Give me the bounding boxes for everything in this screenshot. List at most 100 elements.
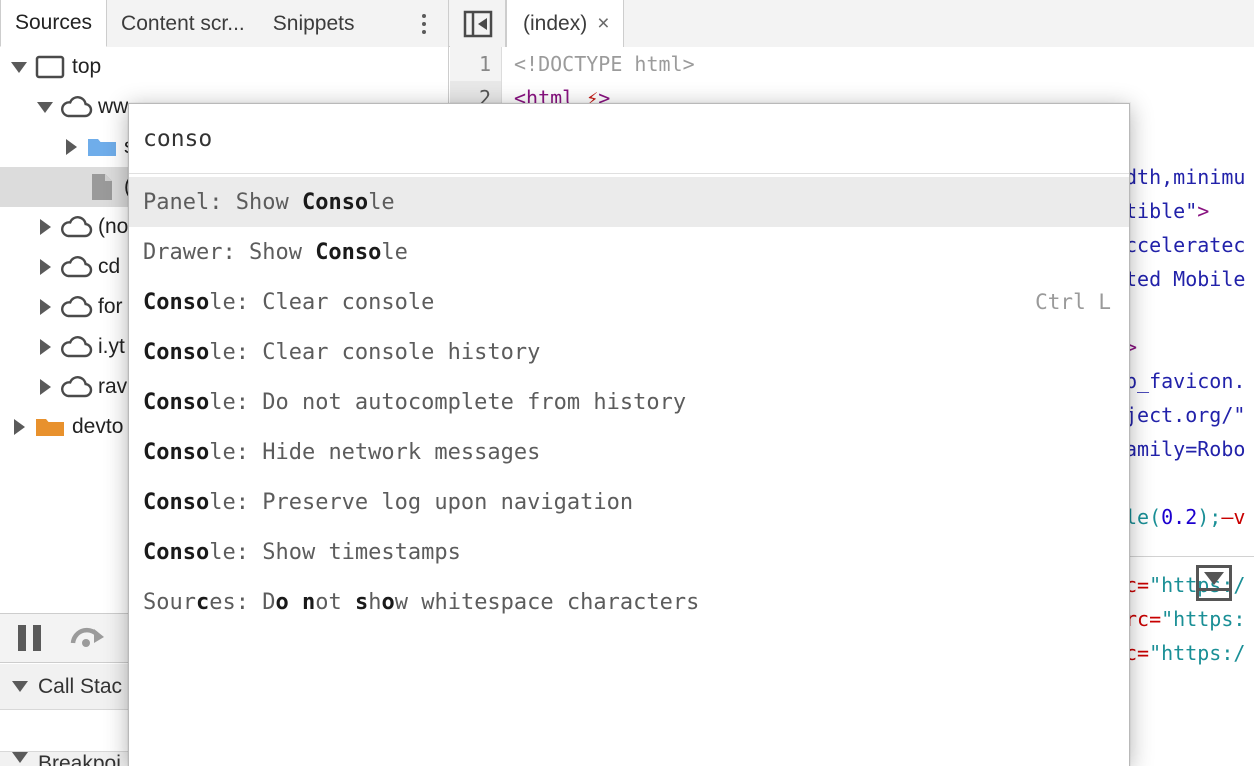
hide-navigator-icon — [463, 9, 493, 39]
command-menu-item-label: Console: Do not autocomplete from histor… — [143, 390, 686, 415]
code-token: ject.org/" — [1125, 403, 1246, 427]
tab-content-scripts[interactable]: Content scr... — [107, 0, 259, 47]
chevron-down-icon[interactable] — [32, 101, 58, 113]
hide-navigator-button[interactable] — [450, 0, 506, 47]
code-token: dth,minimu — [1125, 165, 1246, 189]
command-menu-item-text: le: Do not autocomplete from history — [209, 389, 687, 415]
command-menu-results: Panel: Show Console Drawer: Show Console C… — [129, 174, 1129, 627]
chevron-down-icon — [12, 681, 28, 692]
chevron-right-icon[interactable] — [32, 339, 58, 355]
command-menu-item-label: Console: Clear console — [143, 290, 434, 315]
code-line: dth,minimu — [1125, 160, 1245, 194]
command-menu-item[interactable]: Console: Do not autocomplete from histor… — [129, 377, 1129, 427]
chevron-down-icon[interactable] — [6, 61, 32, 73]
command-menu-item-text: le: Hide network messages — [209, 439, 541, 465]
folder-orange-icon — [32, 415, 68, 439]
code-token: le( — [1125, 505, 1162, 529]
command-menu-item[interactable]: Drawer: Show Console — [129, 227, 1129, 277]
code-token: ted Mobile — [1125, 267, 1246, 291]
command-menu-item-text: h — [368, 589, 382, 615]
command-menu-item-text: c — [195, 589, 210, 615]
command-menu-item-text: o — [275, 589, 289, 615]
chevron-right-icon[interactable] — [32, 299, 58, 315]
code-token: tible" — [1125, 199, 1198, 223]
sources-pane-tabbar: Sources Content scr... Snippets — [0, 0, 449, 47]
code-token: "https: — [1161, 607, 1246, 631]
code-line: le(0.2);—v — [1125, 500, 1245, 534]
editor-tabbar: (index) × — [450, 0, 1254, 47]
command-menu-item-text: Conso — [143, 489, 210, 515]
code-line: c="https:/ — [1125, 636, 1245, 670]
command-menu-item-text: le — [368, 189, 395, 215]
breakpoints-label: Breakpoi — [38, 752, 121, 766]
command-menu-item-text: le — [381, 239, 408, 265]
command-menu-item-label: Drawer: Show Console — [143, 240, 408, 265]
command-menu-item-label: Console: Clear console history — [143, 340, 540, 365]
folder-blue-icon — [84, 135, 120, 159]
code-token: —v — [1221, 505, 1246, 529]
more-vertical-icon — [422, 13, 426, 34]
command-menu-item[interactable]: Console: Clear console Ctrl L — [129, 277, 1129, 327]
command-menu-item-label: Panel: Show Console — [143, 190, 395, 215]
code-token: amily=Robo — [1125, 437, 1246, 461]
step-over-icon[interactable] — [67, 619, 107, 658]
code-line: cceleratec — [1125, 228, 1245, 262]
pause-icon[interactable] — [18, 625, 41, 651]
file-icon — [84, 173, 120, 201]
chevron-right-icon[interactable] — [32, 219, 58, 235]
code-token: <!DOCTYPE html> — [514, 52, 695, 76]
code-line: ject.org/" — [1125, 398, 1245, 432]
editor-tab-index[interactable]: (index) × — [506, 0, 625, 47]
chevron-right-icon[interactable] — [32, 379, 58, 395]
command-menu-item[interactable]: Panel: Show Console — [129, 177, 1129, 227]
command-menu-item-label: Console: Show timestamps — [143, 540, 461, 565]
code-token: cceleratec — [1125, 233, 1246, 257]
command-menu[interactable]: Panel: Show ConsoleDrawer: Show ConsoleC… — [128, 103, 1130, 766]
close-icon[interactable]: × — [597, 13, 609, 34]
call-stack-label: Call Stac — [38, 674, 123, 698]
code-line: amily=Robo — [1125, 432, 1245, 466]
command-menu-item[interactable]: Console: Clear console history — [129, 327, 1129, 377]
frame-icon — [32, 55, 68, 79]
code-token: rc= — [1125, 607, 1162, 631]
command-menu-item-text: Drawer: Show — [143, 239, 316, 265]
code-line: tible"> — [1125, 194, 1209, 228]
cloud-icon — [58, 335, 94, 359]
tree-row[interactable]: top — [0, 47, 448, 87]
tree-row-label: (no — [98, 215, 129, 238]
command-menu-item-text: le: Clear console history — [209, 339, 541, 365]
command-menu-item-text: w whitespace characters — [394, 589, 700, 615]
top-tab-strip: Sources Content scr... Snippets (index) … — [0, 0, 1254, 47]
command-menu-item-text: Conso — [143, 339, 210, 365]
chevron-right-icon[interactable] — [58, 139, 84, 155]
command-menu-item-text: Conso — [301, 189, 369, 215]
command-menu-item[interactable]: Sources: Do not show whitespace characte… — [129, 577, 1129, 627]
line-number: 1 — [450, 47, 502, 81]
tree-row-label: rav — [98, 375, 128, 398]
command-menu-item-label: Sources: Do not show whitespace characte… — [143, 590, 699, 615]
cloud-icon — [58, 375, 94, 399]
tree-row-label: top — [72, 55, 102, 78]
command-menu-item[interactable]: Console: Preserve log upon navigation — [129, 477, 1129, 527]
more-options-button[interactable] — [400, 0, 448, 47]
chevron-right-icon[interactable] — [32, 259, 58, 275]
tree-row-label: devto — [72, 415, 124, 438]
devtools-window: Sources Content scr... Snippets (index) … — [0, 0, 1254, 766]
cloud-icon — [58, 95, 94, 119]
chevron-right-icon[interactable] — [6, 419, 32, 435]
tree-row-label: for — [98, 295, 123, 318]
command-menu-item-text: Conso — [315, 239, 382, 265]
chevron-down-icon — [12, 752, 28, 763]
command-menu-item-text: le: Clear console — [209, 289, 435, 315]
command-menu-item[interactable]: Console: Show timestamps — [129, 527, 1129, 577]
cloud-icon — [58, 295, 94, 319]
command-menu-item-text: Sour — [143, 589, 196, 615]
scroll-to-bottom-icon[interactable] — [1196, 565, 1232, 601]
tab-snippets[interactable]: Snippets — [259, 0, 369, 47]
command-menu-item[interactable]: Console: Hide network messages — [129, 427, 1129, 477]
tab-content-scripts-label: Content scr... — [121, 11, 245, 35]
tab-sources[interactable]: Sources — [0, 0, 108, 47]
command-menu-item-text: le: Show timestamps — [209, 539, 461, 565]
code-line: rc="https: — [1125, 602, 1245, 636]
command-menu-input[interactable] — [143, 125, 1115, 152]
